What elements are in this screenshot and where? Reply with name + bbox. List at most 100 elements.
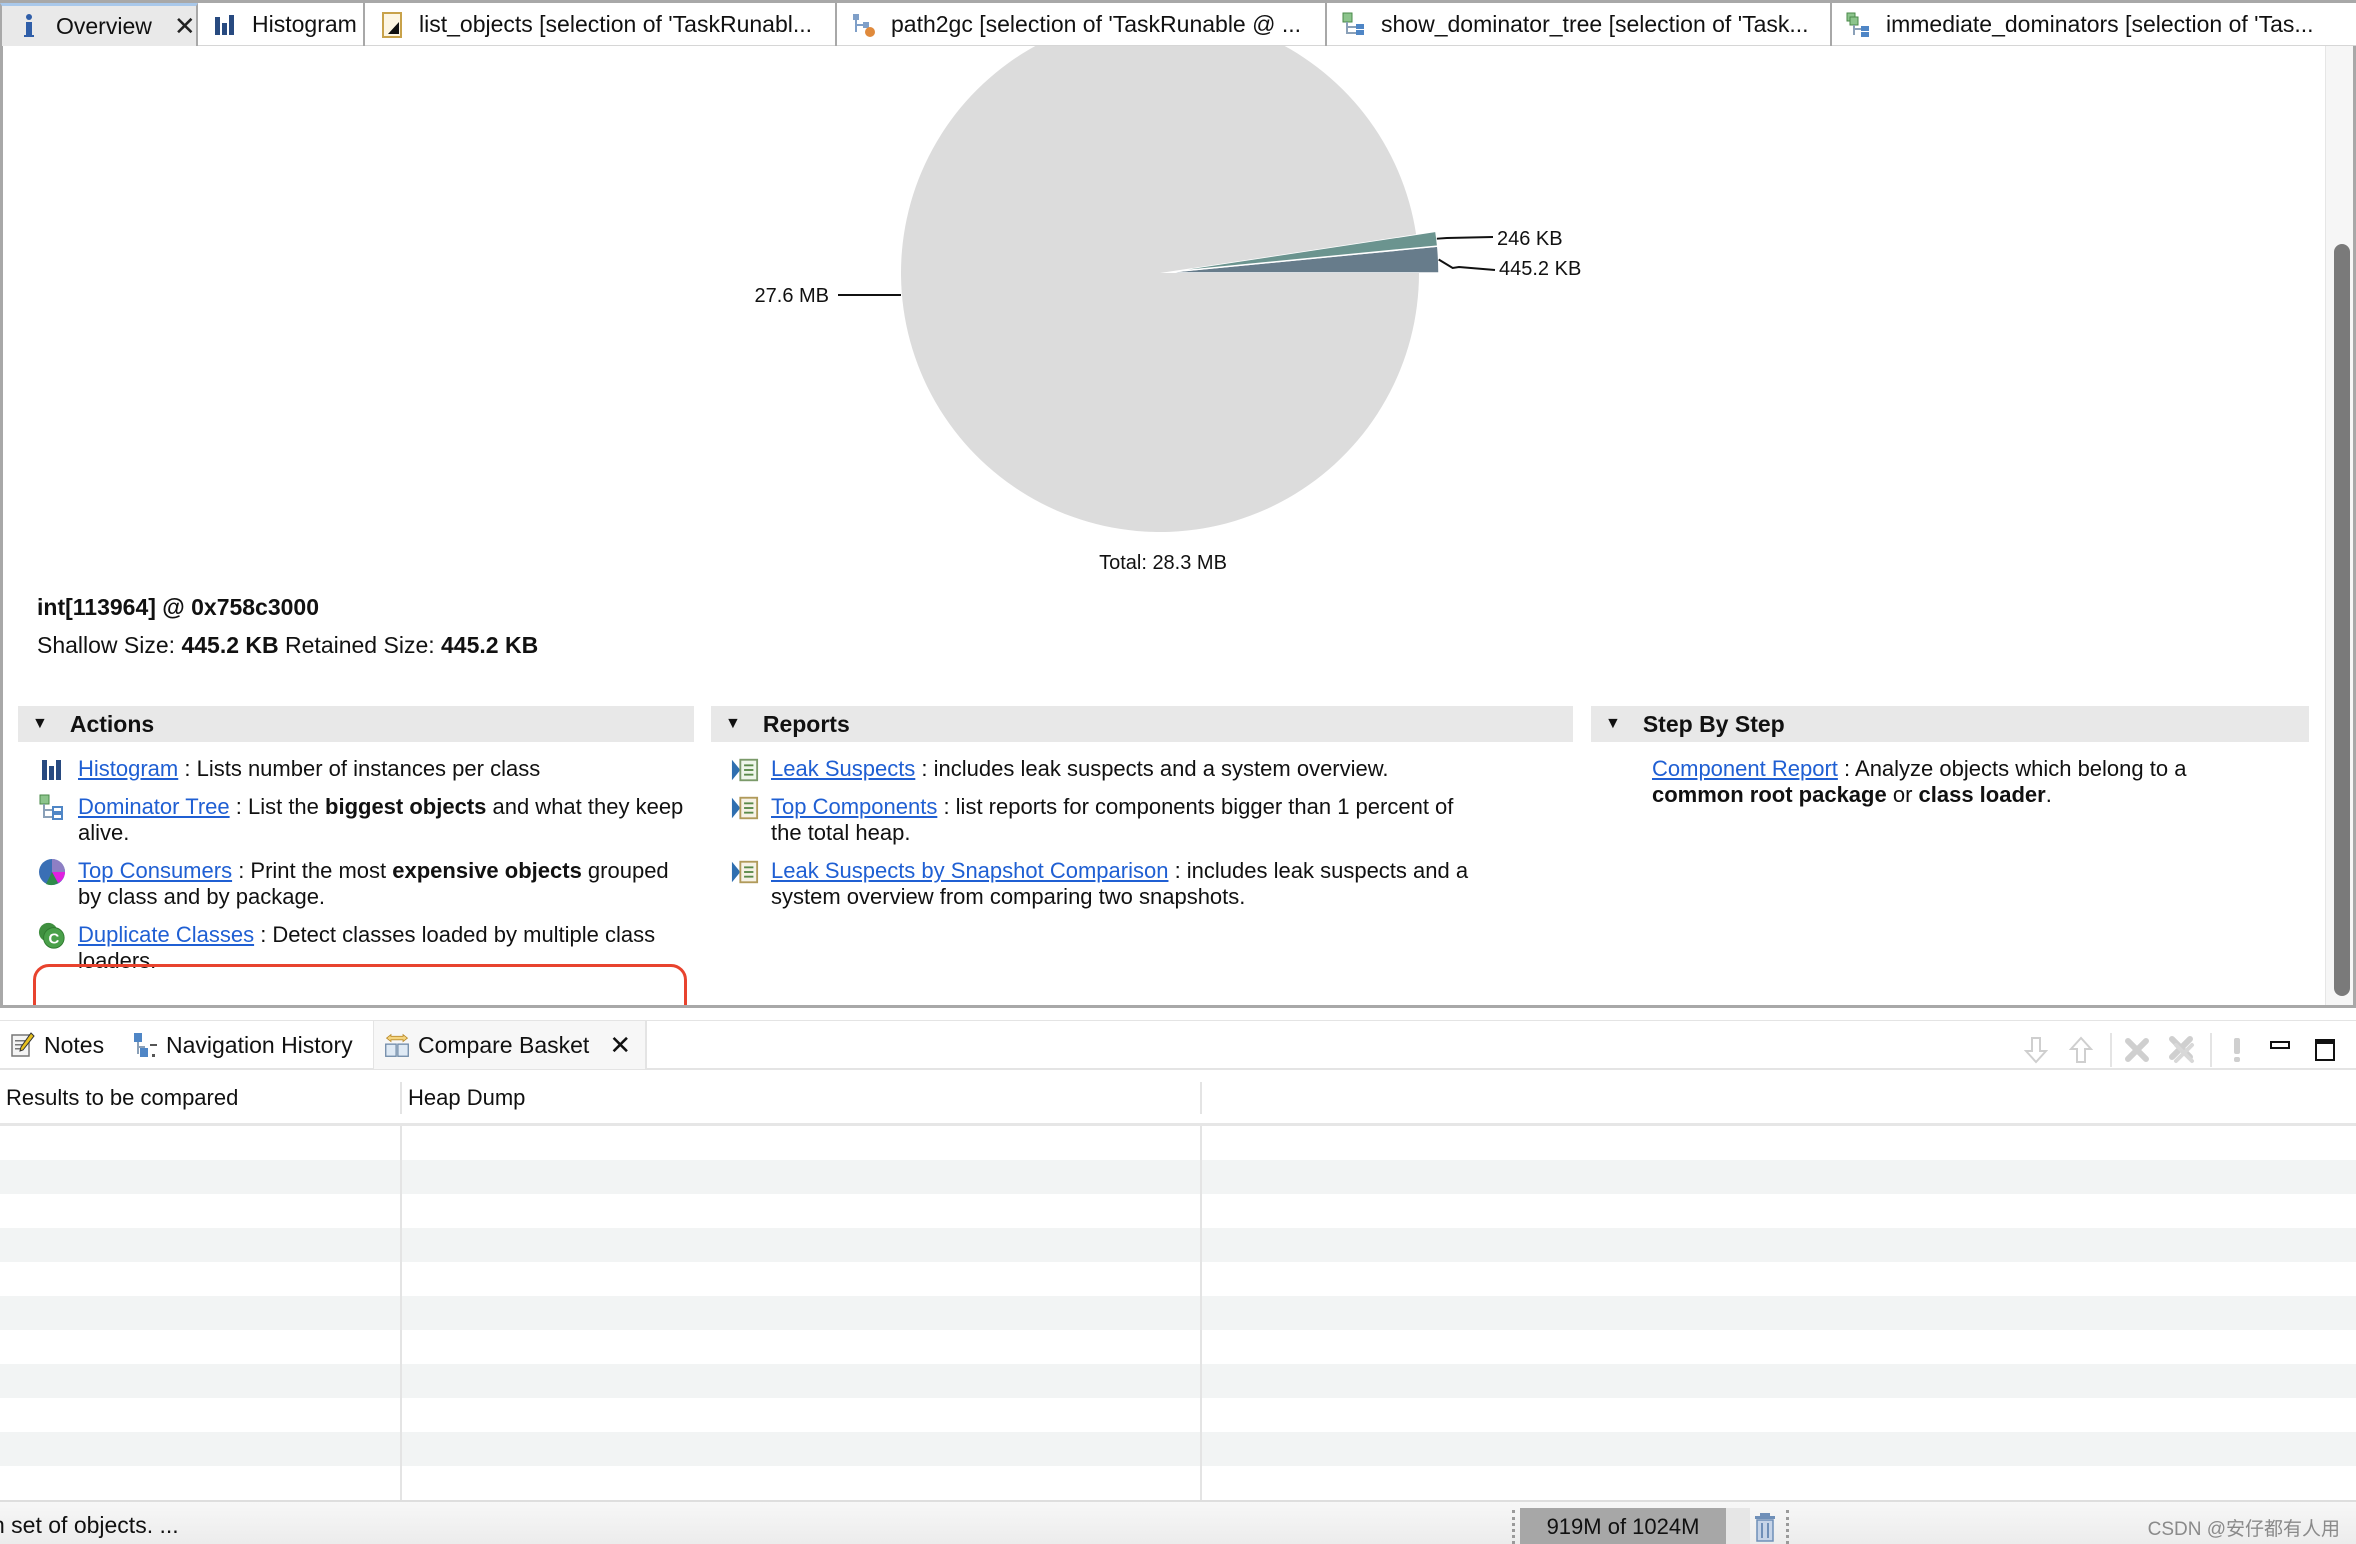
dominator-tree-icon [1341, 12, 1367, 38]
list-objects-icon [379, 11, 405, 38]
column-header-results[interactable]: Results to be compared [0, 1070, 400, 1126]
scrollbar-thumb[interactable] [2334, 244, 2350, 996]
separator: : [1837, 756, 1856, 781]
table-row[interactable] [0, 1432, 2356, 1466]
action-duplicate-classes: C Duplicate Classes : Detect classes loa… [18, 922, 694, 974]
tab-navigation-history[interactable]: Navigation History [132, 1021, 353, 1069]
separator: : [1168, 858, 1187, 883]
editor-tab-bar: Overview ✕ Histogram list_objects [selec… [0, 0, 2356, 46]
toolbar-separator [2110, 1033, 2112, 1067]
tab-label: Histogram [252, 11, 357, 37]
reports-section-header[interactable]: ▼ Reports [711, 706, 1573, 742]
tab-histogram[interactable]: Histogram [198, 3, 365, 46]
description: . [2045, 782, 2052, 807]
table-row[interactable] [0, 1228, 2356, 1262]
description: or [1886, 782, 1919, 807]
description-bold: class loader [1918, 782, 2046, 807]
navigation-history-icon [132, 1032, 158, 1058]
leader-line-445kb [1438, 258, 1496, 271]
component-report-link[interactable]: Component Report [1652, 756, 1838, 781]
tab-compare-basket[interactable]: Compare Basket ✕ [373, 1021, 648, 1069]
status-message: n set of objects. ... [0, 1512, 179, 1538]
table-row[interactable] [0, 1330, 2356, 1364]
actions-section: ▼ Actions Histogram : Lists number of in… [18, 706, 694, 986]
svg-text:C: C [48, 930, 59, 947]
close-icon[interactable]: ✕ [609, 1030, 631, 1061]
tab-immediate-dominators[interactable]: immediate_dominators [selection of 'Tas.… [1832, 3, 2332, 46]
minimize-icon[interactable] [2265, 1035, 2295, 1065]
tab-label: Notes [44, 1031, 105, 1058]
move-down-icon[interactable] [2021, 1035, 2051, 1065]
status-separator [1512, 1510, 1516, 1544]
remove-icon[interactable] [2122, 1035, 2152, 1065]
tab-label: list_objects [selection of 'TaskRunabl..… [419, 11, 813, 37]
tab-label: Overview [56, 12, 152, 39]
table-row[interactable] [0, 1466, 2356, 1500]
table-row[interactable] [0, 1364, 2356, 1398]
status-separator [1786, 1510, 1790, 1544]
shallow-size-label: Shallow Size: [37, 632, 176, 658]
notes-icon [10, 1032, 36, 1058]
step-by-step-section: ▼ Step By Step Component Report : Analyz… [1591, 706, 2309, 820]
dominator-tree-link[interactable]: Dominator Tree [78, 794, 230, 819]
histogram-icon [212, 12, 238, 38]
compare-results-icon[interactable] [2222, 1035, 2252, 1065]
section-title: Actions [69, 710, 155, 737]
close-icon[interactable]: ✕ [174, 11, 196, 42]
leak-suspects-link[interactable]: Leak Suspects [771, 756, 915, 781]
duplicate-classes-icon: C [38, 922, 66, 950]
step-by-step-section-header[interactable]: ▼ Step By Step [1591, 706, 2309, 742]
collapse-triangle-icon[interactable]: ▼ [1605, 715, 1621, 733]
column-line [400, 1126, 402, 1500]
collapse-triangle-icon[interactable]: ▼ [32, 715, 48, 733]
heap-status-free [1726, 1508, 1750, 1544]
tab-overview[interactable]: Overview ✕ [0, 3, 198, 46]
tab-notes[interactable]: Notes [10, 1021, 104, 1069]
leak-suspects-comparison-link[interactable]: Leak Suspects by Snapshot Comparison [771, 858, 1168, 883]
compare-basket-table: Results to be compared Heap Dump [0, 1070, 2356, 1500]
table-row[interactable] [0, 1262, 2356, 1296]
heap-status[interactable]: 919M of 1024M [1520, 1508, 1726, 1544]
section-title: Step By Step [1642, 710, 1785, 737]
table-row[interactable] [0, 1194, 2356, 1228]
compare-basket-icon [384, 1032, 410, 1058]
section-title: Reports [762, 710, 850, 737]
step-component-report: Component Report : Analyze objects which… [1591, 756, 2309, 808]
description: Print the most [250, 858, 393, 883]
tab-path2gc[interactable]: path2gc [selection of 'TaskRunable @ ... [837, 3, 1327, 46]
top-components-link[interactable]: Top Components [771, 794, 937, 819]
vertical-scrollbar[interactable] [2325, 46, 2353, 1005]
selected-object-title: int[113964] @ 0x758c3000 [37, 594, 320, 620]
table-row[interactable] [0, 1398, 2356, 1432]
toolbar-separator [2210, 1033, 2212, 1067]
separator: : [937, 794, 956, 819]
trash-gc-icon[interactable] [1752, 1510, 1778, 1544]
remove-all-icon[interactable] [2166, 1035, 2196, 1065]
description: includes leak suspects and a system over… [933, 756, 1389, 781]
table-row[interactable] [0, 1160, 2356, 1194]
tab-show-dominator-tree[interactable]: show_dominator_tree [selection of 'Task.… [1327, 3, 1832, 46]
collapse-triangle-icon[interactable]: ▼ [725, 715, 741, 733]
actions-section-header[interactable]: ▼ Actions [18, 706, 694, 742]
table-row[interactable] [0, 1296, 2356, 1330]
retained-size-label: Retained Size: [285, 632, 435, 658]
report-icon [731, 756, 759, 784]
tab-list-objects[interactable]: list_objects [selection of 'TaskRunabl..… [365, 3, 837, 46]
description-bold: common root package [1652, 782, 1887, 807]
top-consumers-link[interactable]: Top Consumers [78, 858, 232, 883]
report-leak-suspects-comparison: Leak Suspects by Snapshot Comparison : i… [711, 858, 1573, 910]
pie-label-27-6mb: 27.6 MB [755, 285, 829, 307]
info-icon [16, 13, 42, 39]
table-row[interactable] [0, 1126, 2356, 1160]
immediate-dominators-icon [1846, 12, 1872, 38]
heap-pie-chart: 27.6 MB 246 KB 445.2 KB Total: 28.3 MB [755, 46, 1581, 574]
leader-line-246kb [1436, 236, 1494, 240]
overview-panel: 27.6 MB 246 KB 445.2 KB Total: 28.3 MB i… [0, 46, 2356, 1008]
tab-label: Compare Basket [418, 1031, 590, 1058]
description-bold: expensive objects [392, 858, 582, 883]
move-up-icon[interactable] [2066, 1035, 2096, 1065]
column-header-heap-dump[interactable]: Heap Dump [402, 1070, 1200, 1126]
maximize-icon[interactable] [2310, 1035, 2340, 1065]
histogram-link[interactable]: Histogram [78, 756, 178, 781]
duplicate-classes-link[interactable]: Duplicate Classes [78, 922, 254, 947]
